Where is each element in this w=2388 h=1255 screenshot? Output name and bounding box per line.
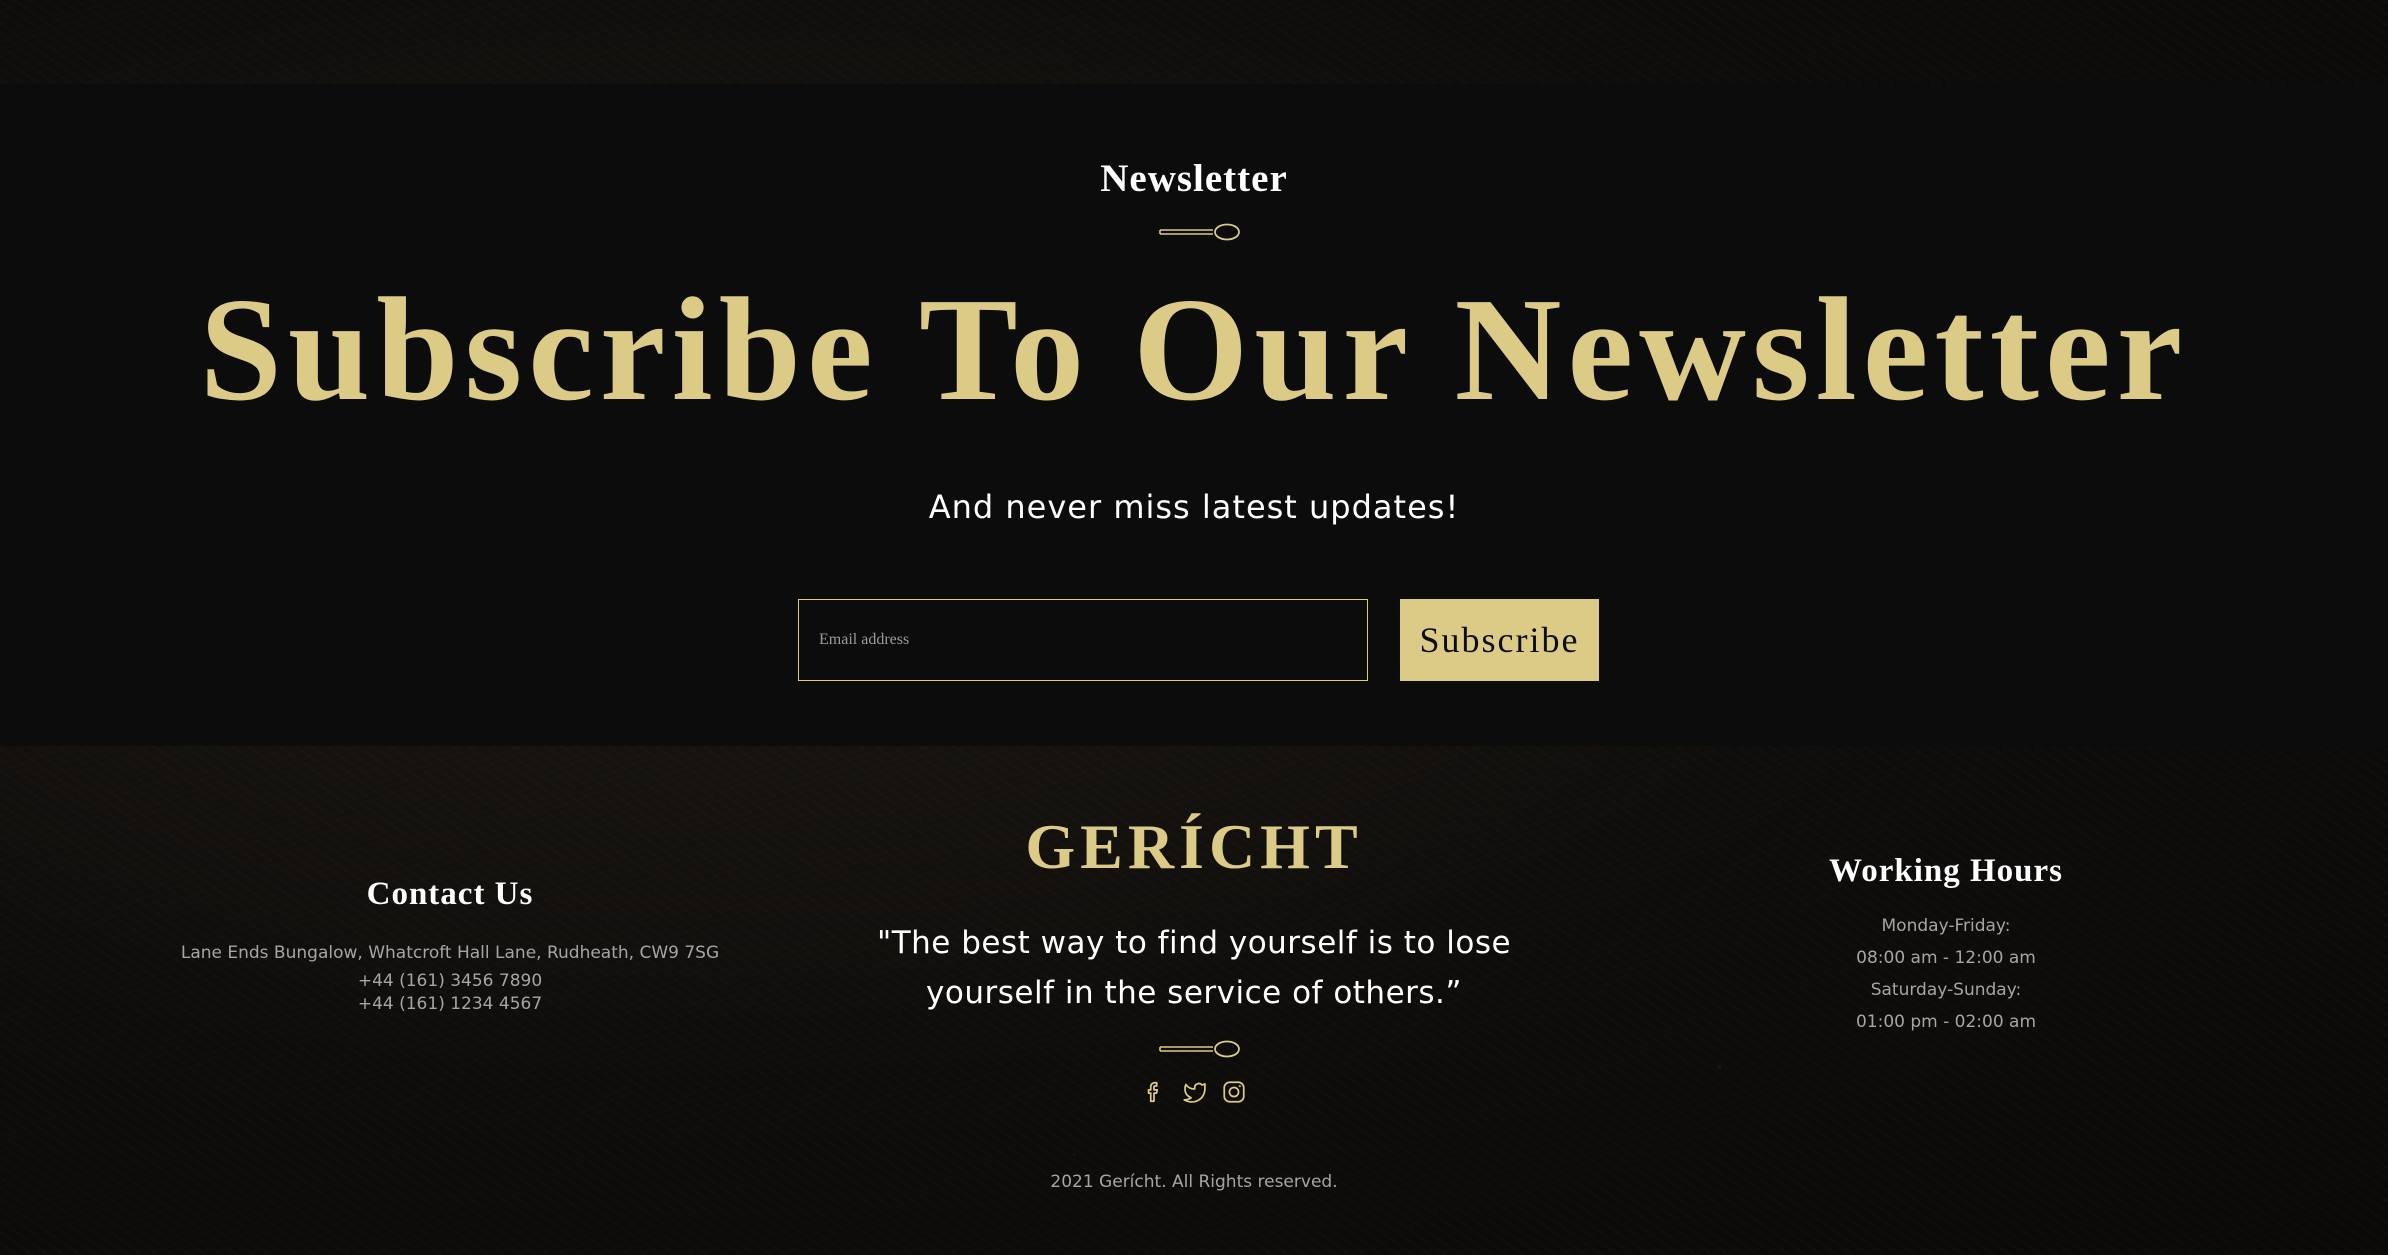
email-input[interactable] bbox=[798, 599, 1368, 681]
newsletter-subline: And never miss latest updates! bbox=[928, 488, 1460, 526]
working-hours-title: Working Hours bbox=[1829, 853, 2063, 889]
hours-line: 08:00 am - 12:00 am bbox=[1856, 948, 2036, 968]
instagram-icon[interactable] bbox=[1221, 1079, 1247, 1105]
hours-line: 01:00 pm - 02:00 am bbox=[1855, 1012, 2037, 1032]
newsletter-eyebrow: Newsletter bbox=[1100, 157, 1288, 200]
subscribe-button[interactable]: Subscribe bbox=[1400, 599, 1599, 681]
spoon-icon bbox=[1159, 1040, 1240, 1058]
twitter-icon[interactable] bbox=[1181, 1079, 1207, 1105]
working-hours-column: Working Hours Monday-Friday: 08:00 am - … bbox=[1746, 853, 2146, 1032]
copyright-text: 2021 Gerícht. All Rights reserved. bbox=[1050, 1172, 1338, 1192]
brand-quote: "The best way to find yourself is to los… bbox=[876, 925, 1512, 1012]
hours-line: Saturday-Sunday: bbox=[1870, 980, 2022, 1000]
social-links bbox=[0, 1079, 2388, 1105]
facebook-icon[interactable] bbox=[1141, 1079, 1167, 1105]
hours-line: Monday-Friday: bbox=[1881, 916, 2011, 936]
newsletter-section: Newsletter Subscribe To Our Newsletter A… bbox=[0, 84, 2388, 746]
newsletter-headline: Subscribe To Our Newsletter bbox=[199, 268, 2189, 432]
spoon-icon bbox=[1159, 223, 1240, 241]
